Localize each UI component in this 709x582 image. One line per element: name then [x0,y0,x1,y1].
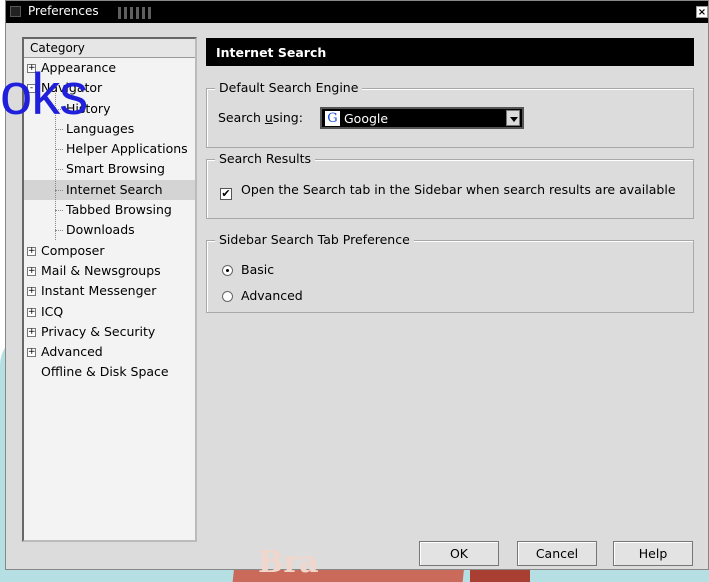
category-item[interactable]: + Privacy & Security [24,322,195,342]
category-item[interactable]: Languages [24,119,195,139]
category-item[interactable]: + Advanced [24,342,195,362]
search-engine-value: Google [344,111,389,126]
background-book-text: Bra [258,545,319,580]
category-item-label: Advanced [41,344,103,360]
tree-connector [55,210,63,212]
sidebar-search-preference-group: Sidebar Search Tab Preference Basic Adva… [206,232,694,313]
tree-connector [55,169,63,171]
category-item[interactable]: + Composer [24,241,195,261]
expander-icon[interactable]: - [27,84,36,94]
category-item[interactable]: Internet Search [24,179,195,201]
tree-connector [55,149,63,151]
tree-connector [55,230,63,232]
tree-connector-vertical [55,88,56,240]
category-item-label: Helper Applications [66,141,188,157]
default-search-engine-group: Default Search Engine Search using: G Go… [206,80,694,148]
close-icon[interactable]: × [696,6,708,18]
open-search-tab-checkbox[interactable]: ✔ [220,188,232,200]
category-item-label: Internet Search [66,181,163,197]
category-item[interactable]: Smart Browsing [24,159,195,179]
category-item[interactable]: Offline & Disk Space [24,362,195,382]
search-using-label: Search using: [218,110,303,125]
window-icon[interactable] [10,6,21,17]
dropdown-arrow-icon[interactable] [506,110,520,126]
title-bar[interactable]: Preferences × [6,1,708,23]
tree-connector [55,128,63,130]
category-item-label: History [66,100,111,116]
category-item-label: Instant Messenger [41,283,157,299]
category-item[interactable]: History [24,99,195,119]
help-button[interactable]: Help [613,541,693,566]
open-search-tab-label[interactable]: Open the Search tab in the Sidebar when … [241,183,681,197]
group-label: Sidebar Search Tab Preference [215,232,414,247]
category-item-label: Smart Browsing [66,161,165,177]
category-item-label: Privacy & Security [41,323,156,339]
google-icon: G [325,111,340,126]
category-item-label: Composer [41,242,105,258]
category-item[interactable]: + Appearance [24,58,195,78]
group-label: Search Results [215,151,316,166]
radio-basic-label[interactable]: Basic [241,262,274,277]
category-item[interactable]: + ICQ [24,302,195,322]
tree-connector [55,189,63,191]
expander-icon[interactable]: + [27,327,36,337]
radio-advanced-label[interactable]: Advanced [241,288,303,303]
panel-title: Internet Search [206,38,694,66]
expander-icon[interactable]: + [27,266,36,276]
category-list: + Appearance - Navigator History Languages Hel… [24,58,195,383]
category-item-label: Appearance [41,60,117,75]
expander-icon[interactable]: + [27,64,36,73]
cancel-button[interactable]: Cancel [517,541,597,566]
category-header[interactable]: Category [24,39,195,58]
category-item[interactable]: Downloads [24,220,195,240]
category-item-label: Downloads [66,222,135,238]
expander-icon[interactable]: + [27,348,36,358]
category-item[interactable]: + Instant Messenger [24,281,195,301]
category-item-label: Navigator [41,80,103,96]
window-title: Preferences [28,4,99,18]
title-decoration [118,7,154,19]
expander-icon[interactable]: + [27,287,36,297]
search-results-group: Search Results ✔ Open the Search tab in … [206,151,694,219]
radio-basic[interactable] [222,265,233,276]
radio-advanced[interactable] [222,291,233,302]
tree-connector [55,108,63,110]
category-item[interactable]: - Navigator [24,78,195,98]
category-item[interactable]: Helper Applications [24,139,195,159]
group-label: Default Search Engine [215,80,363,95]
category-tree[interactable]: Category + Appearance - Navigator History Lan… [22,37,197,542]
category-item-label: ICQ [41,303,64,319]
search-engine-select[interactable]: G Google [320,107,524,129]
category-item-label: Mail & Newsgroups [41,262,161,278]
category-item-label: Tabbed Browsing [66,202,172,218]
ok-button[interactable]: OK [419,541,499,566]
category-item[interactable]: + Mail & Newsgroups [24,261,195,281]
category-item-label: Offline & Disk Space [41,364,169,380]
expander-icon[interactable]: + [27,246,36,256]
category-item[interactable]: Tabbed Browsing [24,200,195,220]
category-item-label: Languages [66,120,135,136]
expander-icon[interactable]: + [27,307,36,317]
